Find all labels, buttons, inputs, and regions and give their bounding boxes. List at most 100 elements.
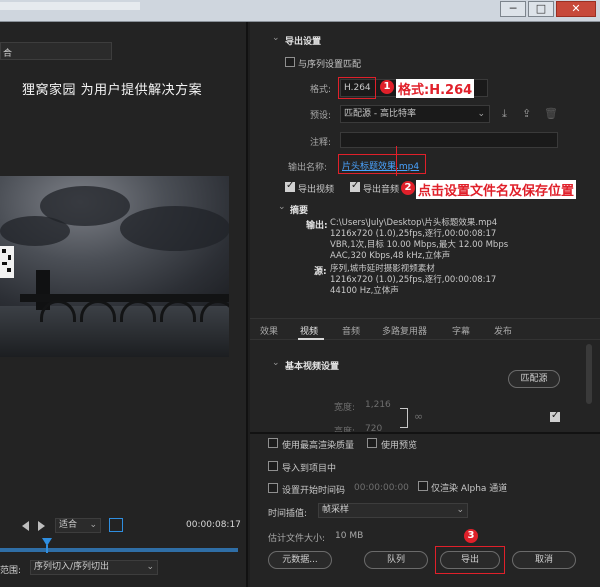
output-name-label: 输出名称: [288,163,328,173]
estimated-size-label: 估计文件大小: [268,534,326,544]
tab-video[interactable]: 视频 [300,324,318,337]
basic-video-title: 基本视频设置 [285,362,340,372]
match-sequence-checkbox[interactable] [285,57,295,67]
maximize-button[interactable]: □ [528,1,554,17]
export-audio-checkbox[interactable] [350,180,360,192]
chain-link-icon[interactable]: ∞ [414,410,423,423]
safe-margins-icon[interactable] [109,518,123,532]
chevron-down-icon: ⌄ [146,562,154,572]
max-render-quality-label: 使用最高渲染质量 [282,441,355,451]
summary-source-line: 1216x720 (1.0),25fps,逐行,00:00:08:17 [330,275,497,285]
metadata-button[interactable]: 元数据... [268,551,332,569]
import-into-project-checkbox[interactable] [268,461,278,471]
start-timecode-value: 00:00:00:00 [354,483,409,493]
settings-scrollbar[interactable] [586,344,592,404]
summary-chevron-icon[interactable]: ⌄ [278,202,286,212]
queue-button[interactable]: 队列 [364,551,428,569]
delete-preset-icon[interactable]: 🗑 [544,107,558,120]
tab-publish[interactable]: 发布 [494,324,512,337]
source-dropdown[interactable]: 合 ⌄ [0,42,112,60]
estimated-size-value: 10 MB [335,531,364,541]
annotation-badge-2: 2 [401,181,415,195]
width-value: 1,216 [365,400,391,410]
summary-output-line: VBR,1次,目标 10.00 Mbps,最大 12.00 Mbps [330,240,509,250]
fit-dropdown[interactable]: 适合 ⌄ [55,518,101,533]
summary-output-line: AAC,320 Kbps,48 kHz,立体声 [330,251,451,261]
tab-audio[interactable]: 音频 [342,324,360,337]
window-titlebar: ─ □ ✕ [0,0,600,22]
match-sequence-label: 与序列设置匹配 [298,60,362,70]
time-interpolation-value: 帧采样 [322,505,350,515]
export-highlight [435,546,505,574]
summary-source-label: 源: [314,267,327,277]
video-preview [0,176,229,357]
preset-value: 匹配源 - 高比特率 [344,109,416,119]
collapse-chevron-icon[interactable]: ⌄ [272,33,280,43]
summary-output-label: 输出: [306,221,328,231]
tab-captions[interactable]: 字幕 [452,324,470,337]
format-highlight [338,77,376,99]
render-alpha-label: 仅渲染 Alpha 通道 [431,484,508,494]
match-source-button[interactable]: 匹配源 [508,370,560,388]
format-label: 格式: [310,85,332,95]
import-into-project-label: 导入到项目中 [282,464,337,474]
preset-label: 预设: [310,111,332,121]
chevron-down-icon: ⌄ [3,45,11,55]
cloud [0,216,70,246]
fit-dropdown-label: 适合 [59,520,78,530]
annotation-text-1: 格式:H.264 [396,79,475,98]
close-button[interactable]: ✕ [556,1,596,17]
window-title [0,2,140,10]
basic-video-chevron-icon[interactable]: ⌄ [272,358,280,368]
use-previews-label: 使用预览 [381,441,418,451]
summary-title: 摘要 [290,206,309,216]
qr-code [0,246,14,278]
range-dropdown-label: 序列切入/序列切出 [34,562,110,572]
preset-dropdown[interactable]: 匹配源 - 高比特率 ⌄ [340,105,490,123]
cancel-button[interactable]: 取消 [512,551,576,569]
chevron-down-icon: ⌄ [477,109,485,119]
width-label: 宽度: [334,403,356,413]
time-interpolation-label: 时间插值: [268,509,308,519]
cloud [120,206,229,251]
chevron-down-icon: ⌄ [89,520,97,530]
comments-input[interactable] [340,132,558,148]
max-render-quality-checkbox[interactable] [268,438,278,448]
summary-output-line: C:\Users\July\Desktop\片头标题效果.mp4 [330,218,498,228]
export-audio-label: 导出音频 [363,185,400,195]
tab-multiplexer[interactable]: 多路复用器 [382,324,427,337]
export-settings-title: 导出设置 [285,37,322,47]
step-back-icon[interactable] [22,521,29,531]
annotation-badge-1: 1 [380,80,394,94]
active-tab-underline [298,338,324,340]
time-interpolation-dropdown[interactable]: 帧采样 ⌄ [318,503,468,518]
summary-output-line: 1216x720 (1.0),25fps,逐行,00:00:08:17 [330,229,497,239]
summary-source-line: 44100 Hz,立体声 [330,286,399,296]
range-dropdown[interactable]: 序列切入/序列切出 ⌄ [30,560,158,575]
width-override-checkbox[interactable] [550,410,560,422]
set-start-timecode-checkbox[interactable] [268,483,278,493]
annotation-text-2: 点击设置文件名及保存位置 [416,180,577,199]
set-start-timecode-label: 设置开始时间码 [282,486,346,496]
minimize-button[interactable]: ─ [500,1,526,17]
annotation-connector [396,146,397,176]
timeline-scrubber[interactable] [0,548,238,552]
import-preset-icon[interactable]: ⇪ [522,107,531,120]
step-forward-icon[interactable] [38,521,45,531]
window-controls: ─ □ ✕ [500,1,596,17]
range-label: 范围: [0,566,22,576]
summary-output-block: C:\Users\July\Desktop\片头标题效果.mp4 1216x72… [330,218,508,262]
chevron-down-icon: ⌄ [456,505,464,515]
summary-source-line: 序列,城市延时摄影视频素材 [330,264,435,274]
export-video-checkbox[interactable] [285,180,295,192]
render-alpha-checkbox[interactable] [418,481,428,491]
save-preset-icon[interactable]: ⤓ [502,107,507,121]
source-timecode: 00:00:08:17 [186,520,241,530]
export-video-label: 导出视频 [298,185,335,195]
tab-effects[interactable]: 效果 [260,324,278,337]
annotation-badge-3: 3 [464,529,478,543]
aspect-link-bracket [400,408,408,428]
use-previews-checkbox[interactable] [367,438,377,448]
comments-label: 注释: [310,138,332,148]
summary-source-block: 序列,城市延时摄影视频素材 1216x720 (1.0),25fps,逐行,00… [330,264,496,297]
